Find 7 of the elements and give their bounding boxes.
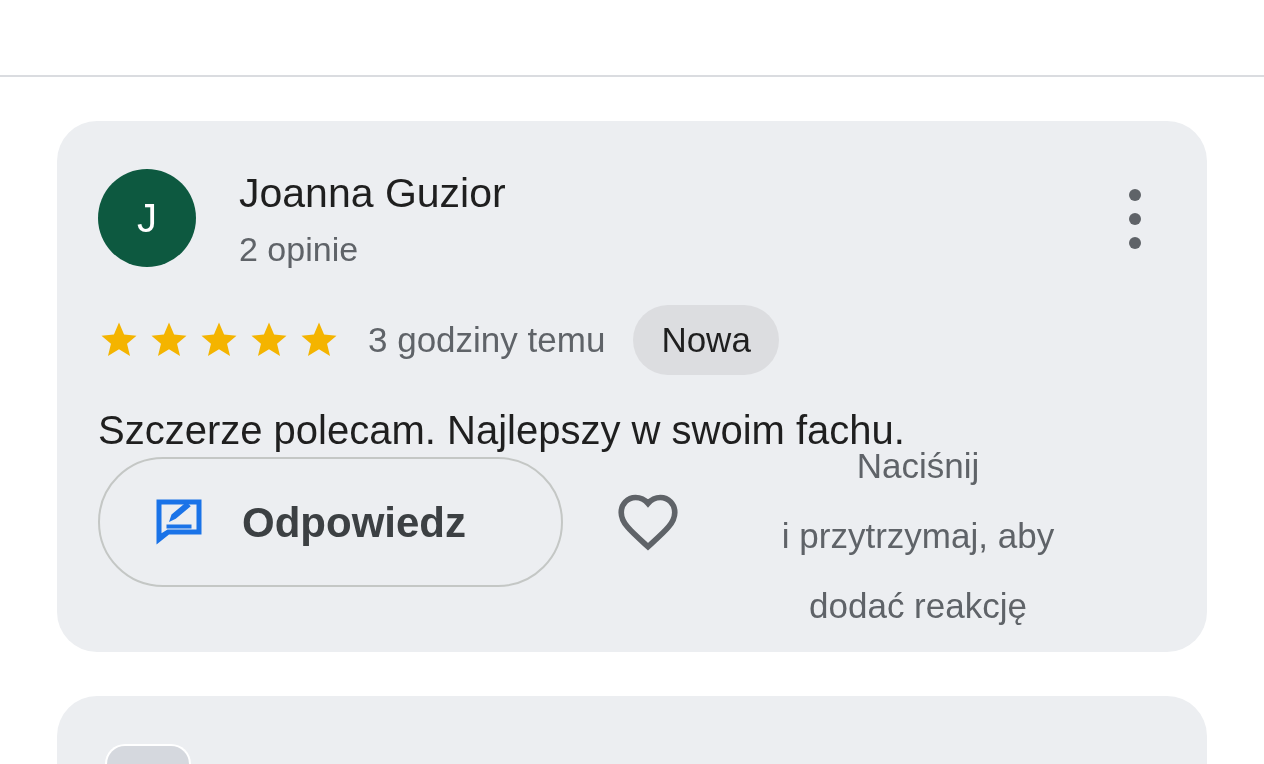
review-count: 2 opinie: [239, 229, 360, 270]
review-time: 3 godziny temu: [368, 318, 606, 361]
new-badge: Nowa: [633, 305, 779, 375]
avatar: J: [98, 169, 196, 267]
reviewer-name[interactable]: Joanna Guzior: [239, 169, 506, 217]
more-options-icon[interactable]: [1129, 189, 1141, 249]
reply-button[interactable]: Odpowiedz: [98, 457, 563, 587]
